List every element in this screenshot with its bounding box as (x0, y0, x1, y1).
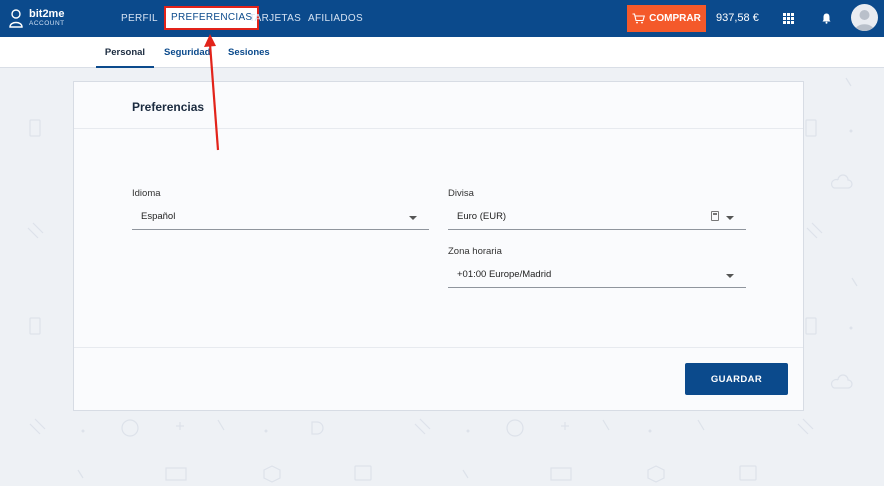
tab-sesiones[interactable]: Sesiones (228, 37, 270, 68)
calculator-icon (711, 211, 719, 221)
language-select[interactable]: Español (132, 206, 429, 230)
nav-afiliados[interactable]: AFILIADOS (308, 0, 363, 37)
language-value: Español (141, 211, 176, 222)
brand-subtitle: ACCOUNT (29, 19, 65, 27)
brand-name: bit2me (29, 7, 65, 20)
buy-button[interactable]: COMPRAR (627, 5, 706, 32)
top-navigation-bar: bit2me ACCOUNT PERFIL PREFERENCIAS TARJE… (0, 0, 884, 37)
card-title: Preferencias (132, 100, 205, 114)
chevron-down-icon (409, 216, 417, 220)
sub-navigation: Personal Seguridad Sesiones (0, 37, 884, 68)
nav-preferencias[interactable]: PREFERENCIAS (164, 6, 260, 30)
preferences-card: Preferencias Idioma Español Divisa Euro … (73, 81, 804, 411)
currency-label: Divisa (448, 188, 474, 199)
notification-bell-icon[interactable] (818, 0, 834, 37)
buy-button-label: COMPRAR (649, 13, 701, 24)
card-header-divider (74, 128, 803, 129)
cart-icon (632, 13, 646, 24)
user-avatar[interactable] (851, 4, 878, 31)
user-icon (9, 9, 23, 28)
chevron-down-icon (726, 216, 734, 220)
timezone-value: +01:00 Europe/Madrid (457, 269, 552, 280)
timezone-label: Zona horaria (448, 246, 502, 257)
avatar-silhouette-icon (855, 10, 874, 31)
account-balance[interactable]: 937,58 € (716, 0, 759, 37)
tab-seguridad[interactable]: Seguridad (164, 37, 210, 68)
chevron-down-icon (726, 274, 734, 278)
timezone-select[interactable]: +01:00 Europe/Madrid (448, 264, 746, 288)
brand-text: bit2me ACCOUNT (29, 7, 65, 28)
nav-tarjetas[interactable]: TARJETAS (249, 0, 301, 37)
nav-perfil[interactable]: PERFIL (121, 0, 158, 37)
card-footer-divider (74, 347, 803, 348)
language-label: Idioma (132, 188, 161, 199)
currency-value: Euro (EUR) (457, 211, 507, 222)
save-button[interactable]: GUARDAR (685, 363, 788, 395)
tab-personal[interactable]: Personal (96, 37, 154, 68)
brand-logo[interactable]: bit2me ACCOUNT (8, 6, 65, 30)
currency-select[interactable]: Euro (EUR) (448, 206, 746, 230)
apps-grid-icon[interactable] (780, 0, 796, 37)
